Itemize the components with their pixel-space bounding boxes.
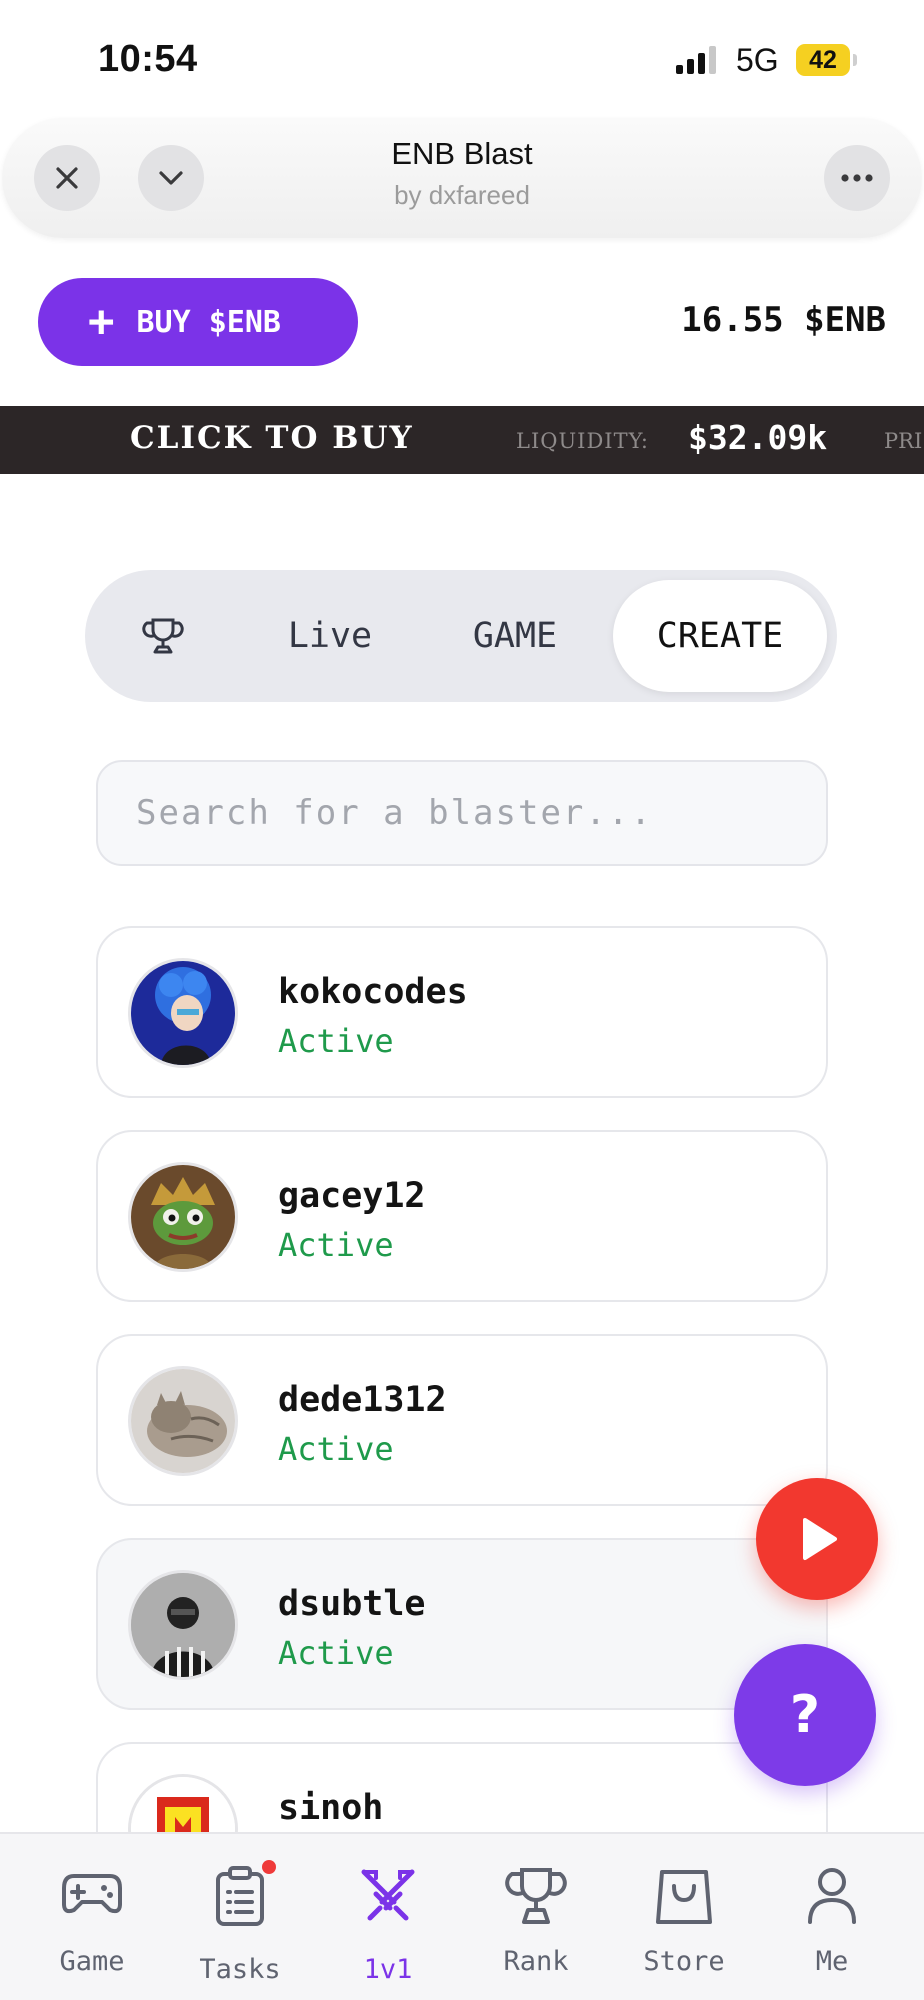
buy-enb-label: BUY $ENB [136,304,282,340]
user-card[interactable]: dsubtle Active [96,1538,828,1710]
ticker-next-label: PRI [884,429,923,453]
price-ticker[interactable]: CLICK TO BUY LIQUIDITY: $32.09k PRI [0,406,924,474]
collapse-button[interactable] [138,145,204,211]
avatar [128,1570,238,1680]
shopping-bag-icon [656,1870,712,1924]
avatar [128,958,238,1068]
user-card[interactable]: kokocodes Active [96,926,828,1098]
user-name: dede1312 [278,1380,447,1420]
user-card[interactable]: dede1312 Active [96,1334,828,1506]
tab-create[interactable]: CREATE [613,580,827,692]
mini-app-header: ENB Blast by dxfareed [2,118,922,238]
tab-leaderboard[interactable] [115,570,211,702]
search-input[interactable] [96,760,828,866]
signal-icon [676,46,720,74]
user-name: dsubtle [278,1584,426,1624]
nav-label: Me [815,1946,849,1977]
trophy-icon [505,1868,567,1924]
user-status: Active [278,1430,394,1468]
nav-item-game[interactable]: Game [22,1834,162,2000]
close-button[interactable] [34,145,100,211]
nav-label: Store [643,1946,725,1977]
play-button[interactable] [756,1478,878,1600]
nav-item-rank[interactable]: Rank [466,1834,606,2000]
ticker-liquidity-value: $32.09k [688,418,828,457]
battery-icon: 42 [796,44,850,76]
close-icon [56,167,78,189]
ticker-click-to-buy[interactable]: CLICK TO BUY [130,420,414,456]
more-button[interactable] [824,145,890,211]
battery-tip [853,54,857,66]
nav-item-me[interactable]: Me [762,1834,902,2000]
buy-enb-button[interactable]: + BUY $ENB [38,278,358,366]
help-button[interactable]: ? [734,1644,876,1786]
nav-label: Tasks [199,1954,281,1985]
bottom-nav: Game Tasks 1v1 Rank Store Me [0,1832,924,2000]
clipboard-icon [216,1866,264,1926]
user-card[interactable]: gacey12 Active [96,1130,828,1302]
play-icon [803,1518,837,1560]
person-icon [808,1868,856,1924]
enb-balance: 16.55 $ENB [681,300,886,340]
user-status: Active [278,1634,394,1672]
user-name: kokocodes [278,972,468,1012]
plus-icon: + [88,296,115,347]
user-name: gacey12 [278,1176,426,1216]
network-type: 5G [736,42,779,78]
nav-item-store[interactable]: Store [614,1834,754,2000]
status-time: 10:54 [98,38,198,80]
trophy-icon [142,618,184,654]
avatar [128,1366,238,1476]
user-status: Active [278,1022,394,1060]
gamepad-icon [62,1874,122,1914]
more-icon [841,174,873,182]
crossed-swords-icon [361,1869,415,1921]
chevron-down-icon [159,171,183,185]
mode-tabs: Live GAME CREATE [85,570,837,702]
nav-label: Rank [503,1946,569,1977]
ticker-liquidity-label: LIQUIDITY: [516,429,649,453]
nav-item-tasks[interactable]: Tasks [170,1834,310,2000]
user-status: Active [278,1226,394,1264]
tab-live[interactable]: Live [255,570,405,702]
nav-item-1v1[interactable]: 1v1 [318,1834,458,2000]
tab-game[interactable]: GAME [435,570,595,702]
avatar [128,1162,238,1272]
status-bar: 10:54 5G 42 [0,0,924,112]
nav-label: Game [59,1946,125,1977]
notification-dot [262,1860,276,1874]
app-author: by dxfareed [394,180,530,210]
user-name: sinoh [278,1788,384,1828]
app-title: ENB Blast [391,136,533,171]
nav-label: 1v1 [363,1954,413,1985]
